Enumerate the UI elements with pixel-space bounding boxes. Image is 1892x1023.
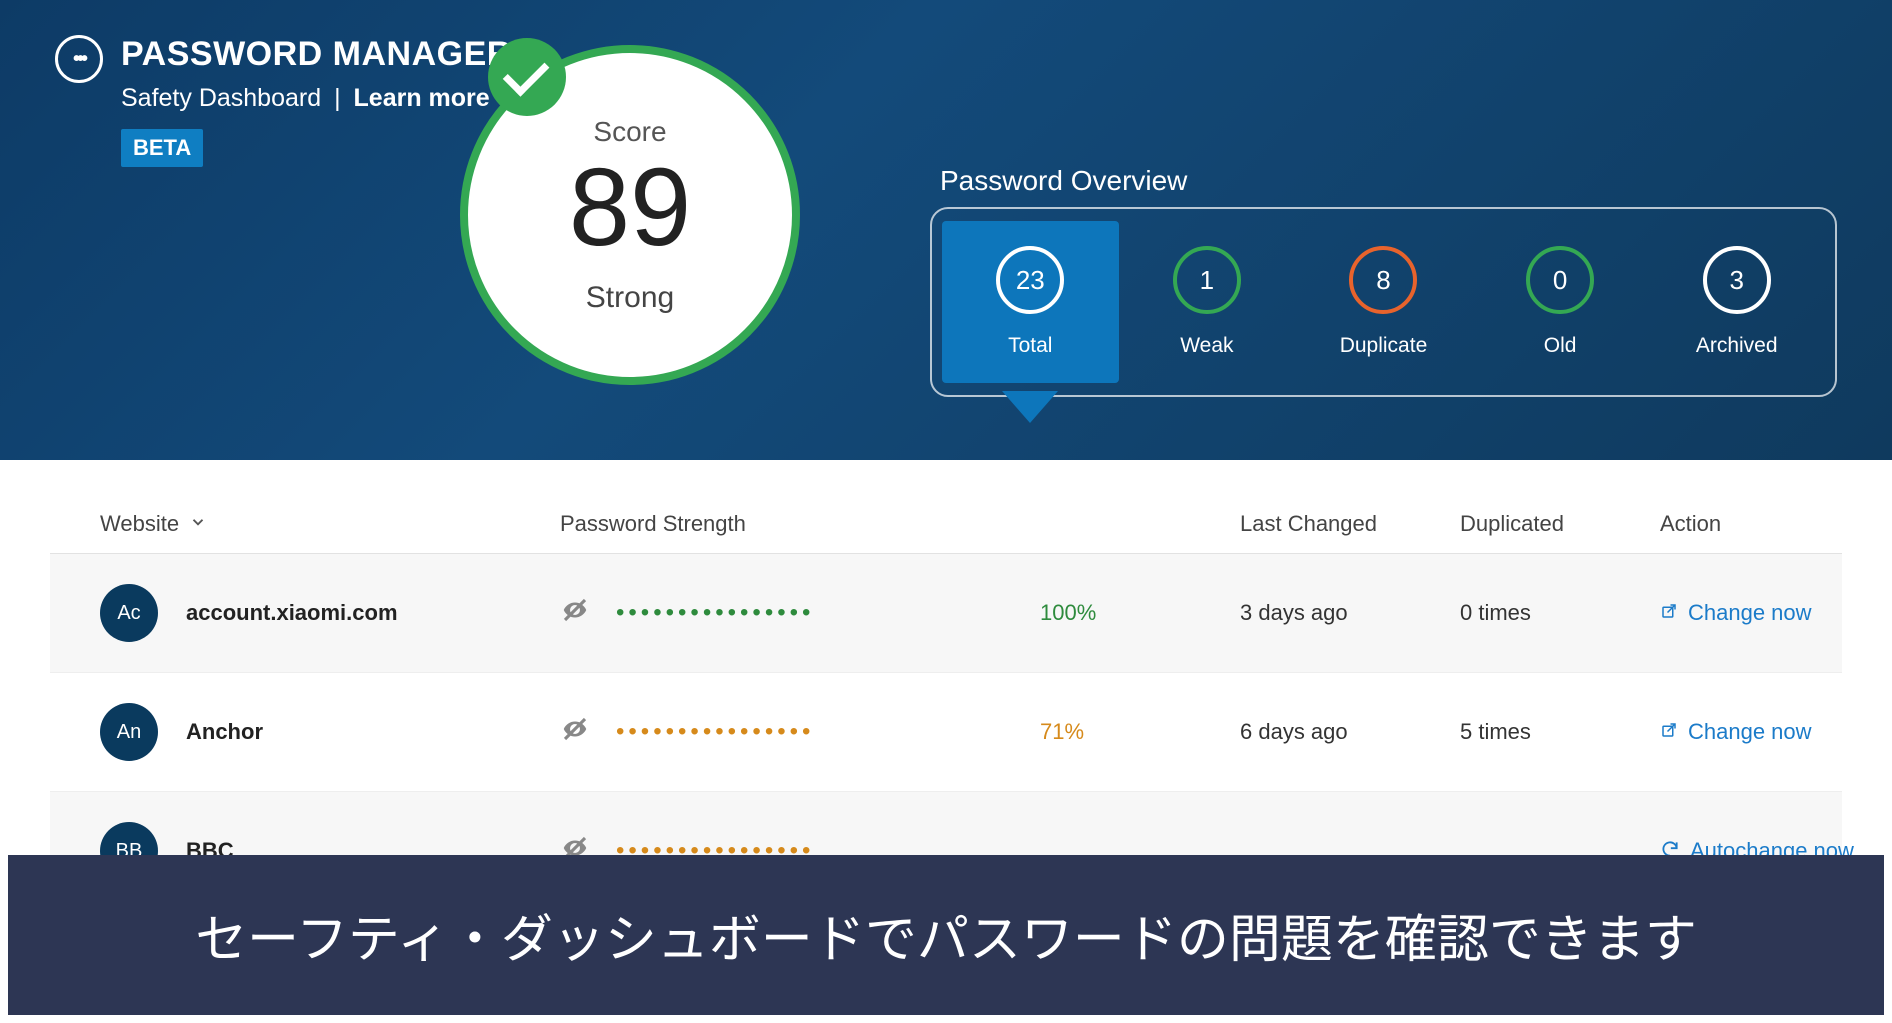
overview-count-circle: 8 bbox=[1349, 246, 1417, 314]
site-name: Anchor bbox=[186, 719, 263, 745]
overview-tab-archived[interactable]: 3 Archived bbox=[1648, 221, 1825, 383]
header-banner: ••• PASSWORD MANAGER Safety Dashboard | … bbox=[0, 0, 1892, 460]
col-strength[interactable]: Password Strength bbox=[560, 511, 1040, 537]
password-overview: Password Overview 23 Total 1 Weak 8 Duplicate… bbox=[930, 165, 1837, 397]
col-website[interactable]: Website bbox=[100, 511, 560, 537]
beta-badge: BETA bbox=[121, 129, 203, 167]
table-row[interactable]: Ac account.xiaomi.com •••••••••••••••• 100%… bbox=[50, 554, 1842, 673]
eye-off-icon[interactable] bbox=[560, 595, 590, 631]
overview-tab-label: Old bbox=[1544, 334, 1577, 358]
action-label: Change now bbox=[1688, 600, 1812, 626]
table-row[interactable]: An Anchor •••••••••••••••• 71%6 days ago5 t… bbox=[50, 673, 1842, 792]
overview-tab-label: Duplicate bbox=[1340, 334, 1428, 358]
strength-percent: 100% bbox=[1040, 600, 1240, 626]
password-strength-cell: •••••••••••••••• bbox=[560, 595, 1040, 631]
action-label: Change now bbox=[1688, 719, 1812, 745]
overview-tab-weak[interactable]: 1 Weak bbox=[1119, 221, 1296, 383]
table-header-row: Website Password Strength Last Changed D… bbox=[50, 495, 1842, 554]
score-strength: Strong bbox=[586, 281, 674, 315]
brand-logo-icon: ••• bbox=[55, 35, 103, 83]
site-avatar-icon: An bbox=[100, 703, 158, 761]
overview-tab-old[interactable]: 0 Old bbox=[1472, 221, 1649, 383]
score-gauge: Score 89 Strong bbox=[460, 45, 800, 385]
brand-block: ••• PASSWORD MANAGER Safety Dashboard | … bbox=[55, 35, 512, 167]
site-avatar-icon: Ac bbox=[100, 584, 158, 642]
overview-tabs: 23 Total 1 Weak 8 Duplicate 0 Old 3 Archived bbox=[930, 207, 1837, 397]
site-cell: Ac account.xiaomi.com bbox=[100, 584, 560, 642]
strength-percent: 71% bbox=[1040, 719, 1240, 745]
duplicated-count: 0 times bbox=[1460, 600, 1660, 626]
score-label: Score bbox=[593, 116, 666, 148]
last-changed: 3 days ago bbox=[1240, 600, 1460, 626]
overview-count-circle: 0 bbox=[1526, 246, 1594, 314]
score-value: 89 bbox=[569, 153, 691, 263]
subtitle-text: Safety Dashboard bbox=[121, 84, 321, 112]
overview-tab-label: Weak bbox=[1180, 334, 1233, 358]
col-website-label: Website bbox=[100, 511, 179, 537]
last-changed: 6 days ago bbox=[1240, 719, 1460, 745]
site-name: account.xiaomi.com bbox=[186, 600, 398, 626]
col-action[interactable]: Action bbox=[1660, 511, 1892, 537]
external-link-icon bbox=[1660, 602, 1678, 625]
overview-tab-label: Total bbox=[1008, 334, 1052, 358]
change-now-link[interactable]: Change now bbox=[1660, 600, 1892, 626]
chevron-down-icon bbox=[189, 513, 207, 536]
overview-count-circle: 3 bbox=[1703, 246, 1771, 314]
col-duplicated[interactable]: Duplicated bbox=[1460, 511, 1660, 537]
overview-tab-duplicate[interactable]: 8 Duplicate bbox=[1295, 221, 1472, 383]
password-masked: •••••••••••••••• bbox=[616, 599, 814, 627]
overview-tab-total[interactable]: 23 Total bbox=[942, 221, 1119, 383]
password-table: Website Password Strength Last Changed D… bbox=[0, 460, 1892, 911]
overview-count-circle: 1 bbox=[1173, 246, 1241, 314]
overview-count-circle: 23 bbox=[996, 246, 1064, 314]
site-cell: An Anchor bbox=[100, 703, 560, 761]
duplicated-count: 5 times bbox=[1460, 719, 1660, 745]
overview-tab-label: Archived bbox=[1696, 334, 1778, 358]
caption-overlay: セーフティ・ダッシュボードでパスワードの問題を確認できます bbox=[8, 855, 1884, 1015]
check-icon bbox=[488, 38, 566, 116]
external-link-icon bbox=[1660, 721, 1678, 744]
breadcrumb: Safety Dashboard | Learn more bbox=[121, 84, 512, 113]
eye-off-icon[interactable] bbox=[560, 714, 590, 750]
change-now-link[interactable]: Change now bbox=[1660, 719, 1892, 745]
col-last-changed[interactable]: Last Changed bbox=[1240, 511, 1460, 537]
app-title: PASSWORD MANAGER bbox=[121, 35, 512, 74]
overview-title: Password Overview bbox=[930, 165, 1837, 197]
password-masked: •••••••••••••••• bbox=[616, 718, 814, 746]
password-strength-cell: •••••••••••••••• bbox=[560, 714, 1040, 750]
